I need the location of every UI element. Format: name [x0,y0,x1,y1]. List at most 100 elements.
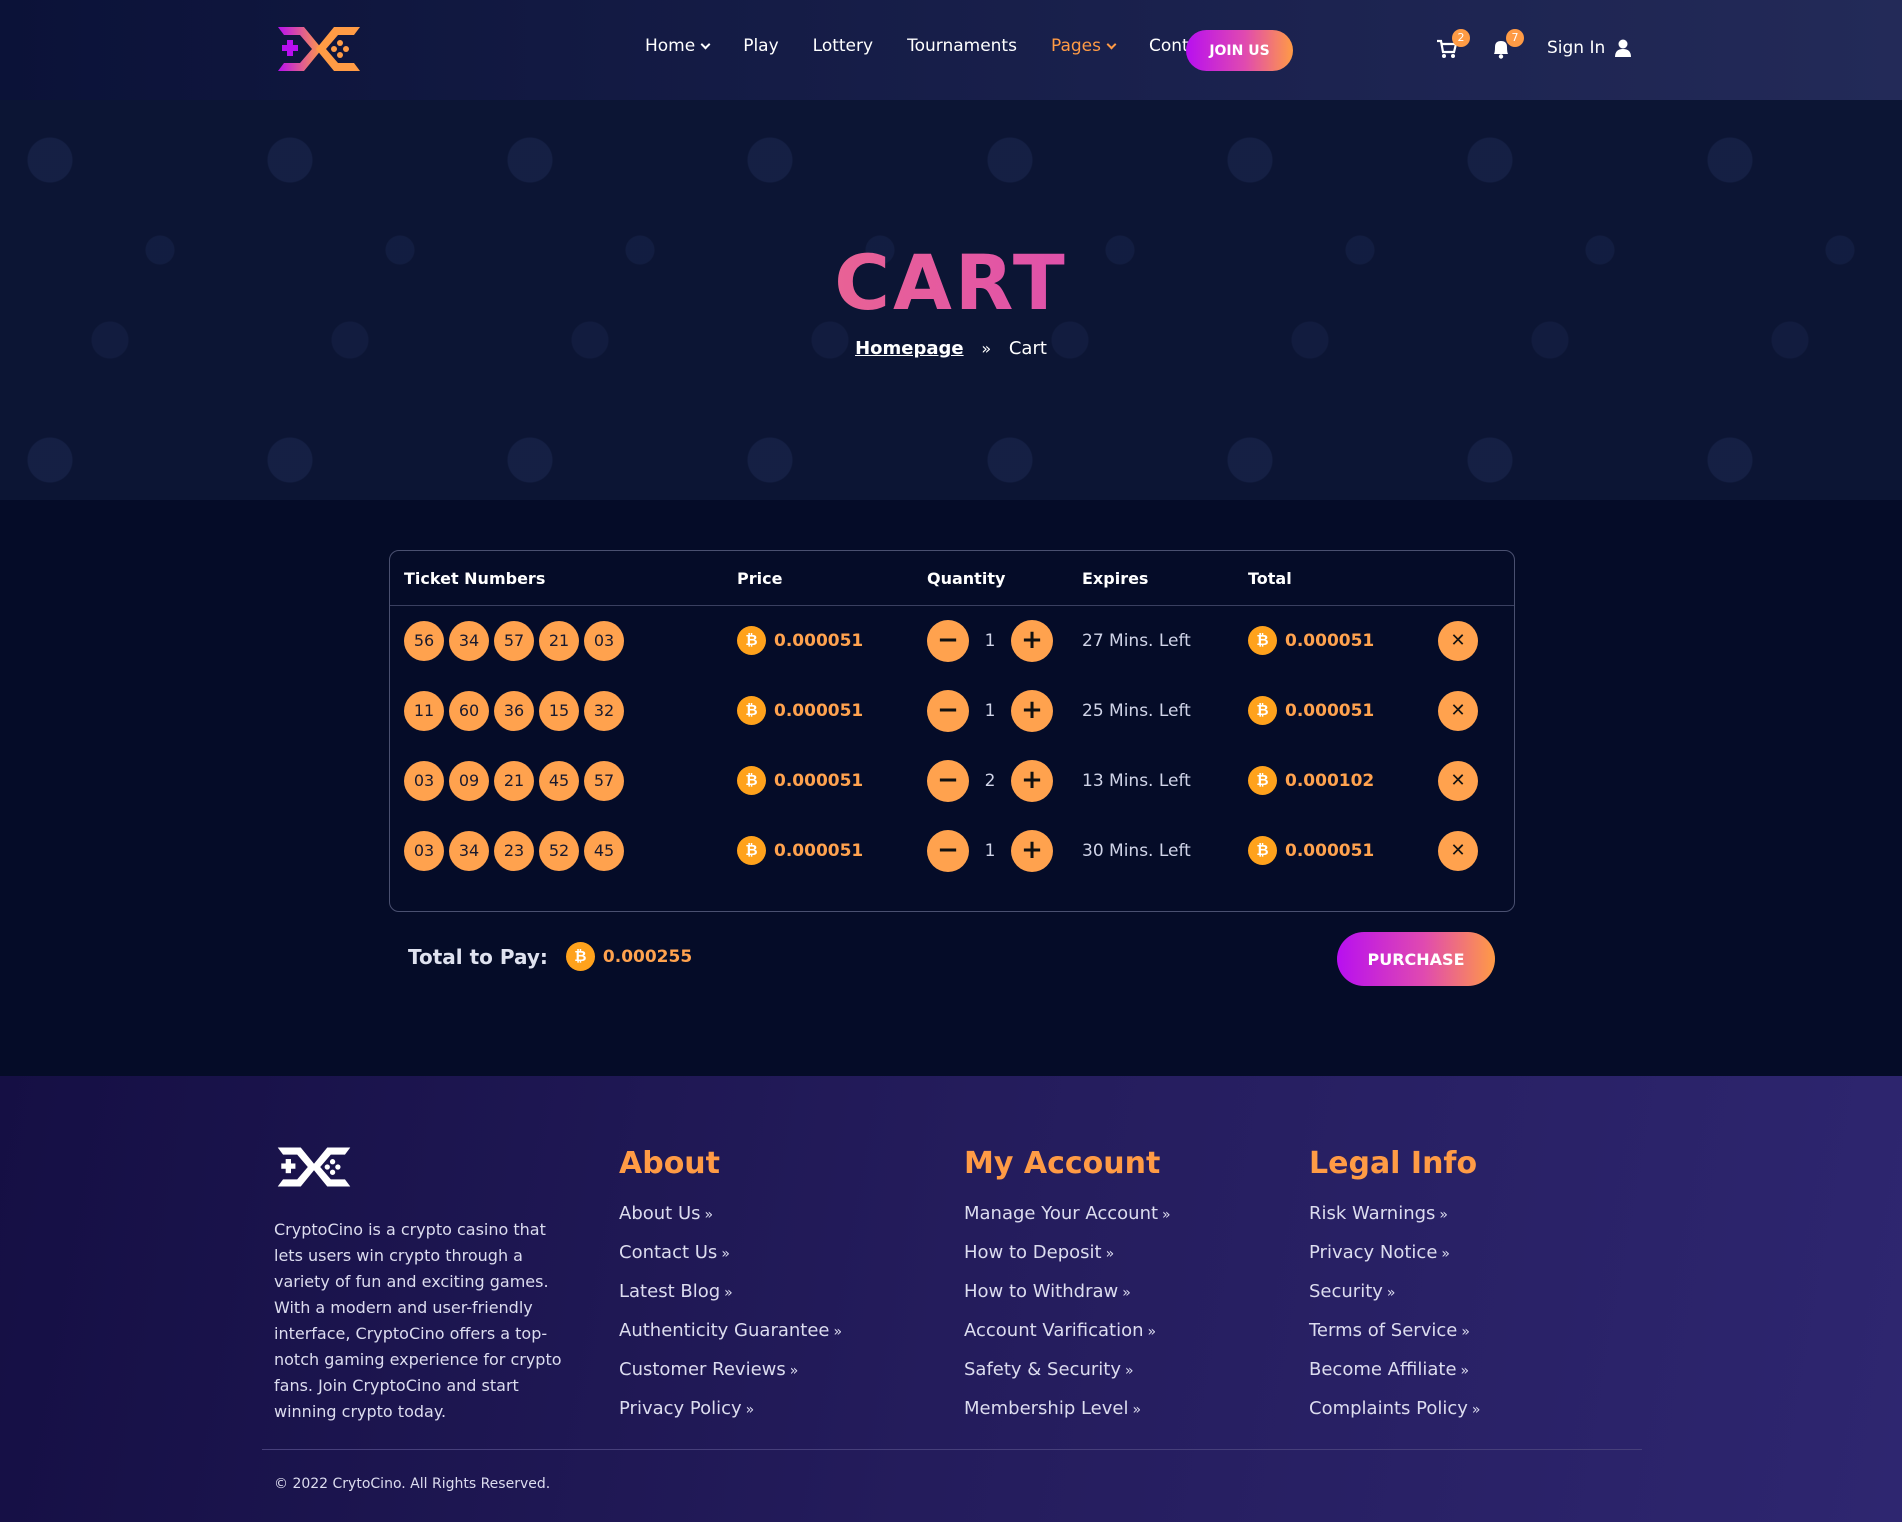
ticket-numbers: 56 34 57 21 03 [404,621,629,661]
user-icon [1615,39,1632,57]
decrease-quantity-button[interactable]: − [927,620,969,662]
footer-about-text: CryptoCino is a crypto casino that lets … [274,1220,562,1421]
ticket-number-ball: 60 [449,691,489,731]
nav-home[interactable]: Home [645,36,711,56]
footer-logo[interactable] [274,1144,354,1190]
double-chevron-right-icon: » [789,1363,799,1379]
footer-link[interactable]: Authenticity Guarantee» [619,1312,842,1351]
cart-table-header: Ticket Numbers Price Quantity Expires To… [390,551,1514,606]
nav-play[interactable]: Play [743,36,778,56]
footer-link[interactable]: Privacy Notice» [1309,1234,1481,1273]
double-chevron-right-icon: » [1132,1402,1142,1418]
footer-link[interactable]: Privacy Policy» [619,1390,842,1429]
total-to-pay-value: 0.000255 [602,946,693,967]
ticket-number-ball: 11 [404,691,444,731]
sign-in-link[interactable]: Sign In [1547,38,1632,58]
remove-item-button[interactable]: ✕ [1438,621,1478,661]
footer-column-about: About About Us» Contact Us» Latest Blog»… [619,1146,842,1429]
decrease-quantity-button[interactable]: − [927,760,969,802]
double-chevron-right-icon: » [981,339,992,358]
cart-button[interactable]: 2 [1436,29,1470,60]
nav-lottery[interactable]: Lottery [813,36,873,56]
site-logo[interactable] [274,23,364,75]
breadcrumb-current: Cart [1008,338,1047,359]
ticket-number-ball: 23 [494,831,534,871]
ticket-number-ball: 57 [584,761,624,801]
remove-item-button[interactable]: ✕ [1438,831,1478,871]
footer-column-title: My Account [964,1146,1161,1181]
nav-tournaments[interactable]: Tournaments [907,36,1017,56]
footer-link[interactable]: Become Affiliate» [1309,1351,1481,1390]
footer-link[interactable]: Safety & Security» [964,1351,1171,1390]
notifications-button[interactable]: 7 [1490,29,1524,60]
double-chevron-right-icon: » [1105,1246,1115,1262]
footer-link[interactable]: Manage Your Account» [964,1195,1171,1234]
bitcoin-icon: ₿ [1248,696,1277,725]
quantity-value: 1 [984,631,996,651]
double-chevron-right-icon: » [1441,1246,1450,1262]
ticket-number-ball: 03 [404,761,444,801]
price-value: 0.000051 [774,700,864,721]
increase-quantity-button[interactable]: + [1011,760,1053,802]
expires-value: 13 Mins. Left [1082,771,1191,791]
price-cell: ₿ 0.000051 [737,626,863,655]
page-banner: CART Homepage » Cart [0,100,1902,500]
footer-link[interactable]: Risk Warnings» [1309,1195,1481,1234]
footer-link[interactable]: Customer Reviews» [619,1351,842,1390]
double-chevron-right-icon: » [1439,1207,1448,1223]
remove-item-button[interactable]: ✕ [1438,761,1478,801]
footer-link[interactable]: Complaints Policy» [1309,1390,1481,1429]
quantity-stepper: − 1 + [927,690,1053,732]
purchase-button[interactable]: PURCHASE [1337,932,1495,986]
bitcoin-icon: ₿ [1248,766,1277,795]
ticket-number-ball: 34 [449,831,489,871]
breadcrumb-home-link[interactable]: Homepage [855,338,964,359]
footer-link[interactable]: Security» [1309,1273,1481,1312]
decrease-quantity-button[interactable]: − [927,690,969,732]
footer-link[interactable]: Latest Blog» [619,1273,842,1312]
join-us-button[interactable]: JOIN US [1186,30,1293,71]
remove-item-button[interactable]: ✕ [1438,691,1478,731]
header-total: Total [1248,569,1292,588]
ticket-number-ball: 32 [584,691,624,731]
ticket-number-ball: 34 [449,621,489,661]
notification-count-badge: 7 [1506,29,1524,47]
double-chevron-right-icon: » [704,1207,714,1223]
increase-quantity-button[interactable]: + [1011,830,1053,872]
ticket-numbers: 03 34 23 52 45 [404,831,629,871]
total-cell: ₿ 0.000051 [1248,696,1374,725]
breadcrumb: Homepage » Cart [0,338,1902,359]
price-cell: ₿ 0.000051 [737,836,863,865]
site-header: Home Play Lottery Tournaments Pages Cont… [0,0,1902,100]
footer-link[interactable]: Contact Us» [619,1234,842,1273]
bitcoin-icon: ₿ [565,942,595,971]
quantity-value: 1 [984,701,996,721]
table-row: 11 60 36 15 32 ₿ 0.000051 − 1 + 25 Mins. … [390,681,1514,741]
footer-link[interactable]: How to Withdraw» [964,1273,1171,1312]
footer-link[interactable]: Terms of Service» [1309,1312,1481,1351]
total-to-pay-label: Total to Pay: [408,944,548,969]
ticket-number-ball: 45 [584,831,624,871]
cart-table: Ticket Numbers Price Quantity Expires To… [389,550,1515,912]
footer-link[interactable]: About Us» [619,1195,842,1234]
footer-link[interactable]: Membership Level» [964,1390,1171,1429]
header-price: Price [737,569,783,588]
increase-quantity-button[interactable]: + [1011,690,1053,732]
ticket-number-ball: 03 [404,831,444,871]
double-chevron-right-icon: » [833,1324,843,1340]
ticket-number-ball: 52 [539,831,579,871]
increase-quantity-button[interactable]: + [1011,620,1053,662]
footer-link[interactable]: How to Deposit» [964,1234,1171,1273]
footer-divider [262,1449,1642,1450]
nav-pages[interactable]: Pages [1051,36,1117,56]
main-nav: Home Play Lottery Tournaments Pages Cont… [645,36,1249,56]
sign-in-label: Sign In [1547,38,1606,58]
chevron-down-icon [1106,39,1117,49]
footer-link[interactable]: Account Varification» [964,1312,1171,1351]
decrease-quantity-button[interactable]: − [927,830,969,872]
footer-column-legal-info: Legal Info Risk Warnings» Privacy Notice… [1309,1146,1481,1429]
double-chevron-right-icon: » [1147,1324,1157,1340]
ticket-numbers: 11 60 36 15 32 [404,691,629,731]
table-row: 03 09 21 45 57 ₿ 0.000051 − 2 + 13 Mins. … [390,751,1514,811]
double-chevron-right-icon: » [724,1285,733,1301]
